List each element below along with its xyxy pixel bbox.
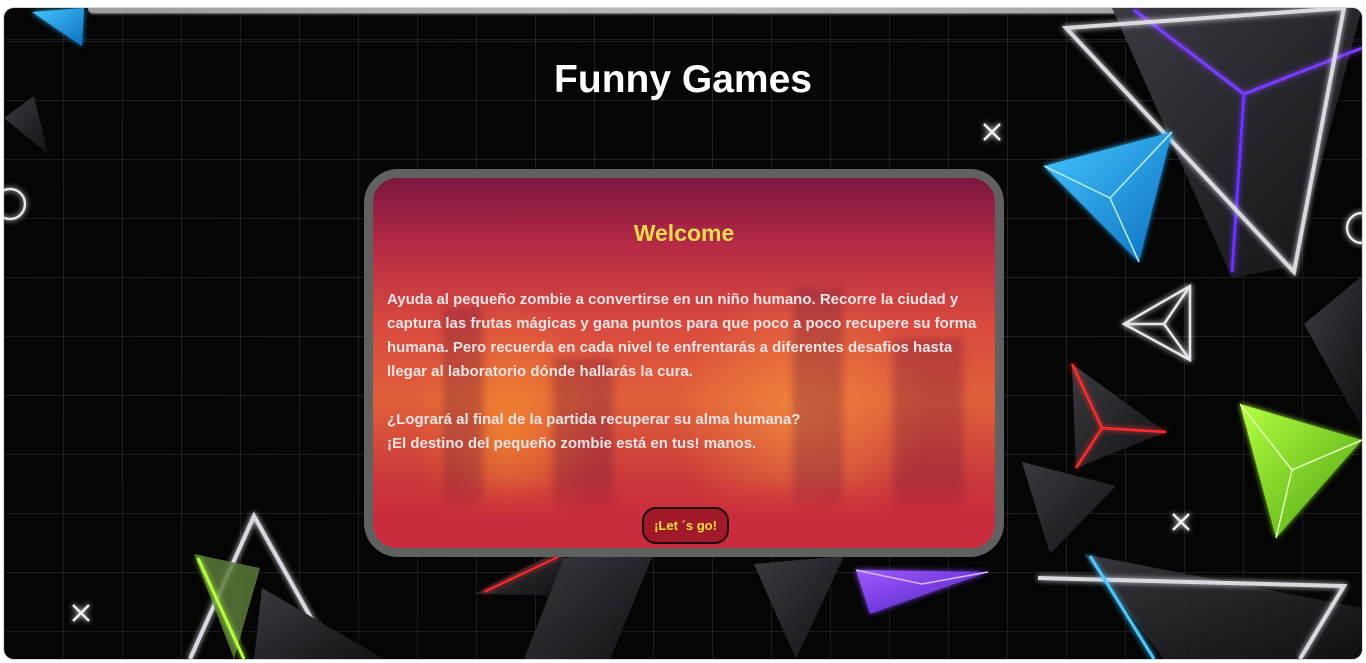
welcome-card-panel: Welcome Ayuda al pequeño zombie a conver… (373, 178, 995, 548)
destiny-line: ¡El destino del pequeño zombie está en t… (387, 435, 757, 452)
welcome-card: Welcome Ayuda al pequeño zombie a conver… (364, 169, 1004, 557)
ring-icon (4, 187, 27, 221)
red-triangle-icon (1070, 363, 1167, 469)
cross-icon (1172, 513, 1190, 531)
game-stage: Funny Games Welcome Ayuda al pequeño zom… (4, 8, 1362, 659)
dark-triangle-icon (754, 556, 844, 659)
welcome-heading: Welcome (633, 220, 735, 246)
white-outline-triangle-icon (1037, 554, 1362, 659)
green-triangle-icon (1239, 403, 1362, 539)
green-triangle-icon (194, 554, 260, 659)
blue-triangle-icon (32, 8, 84, 46)
intro-paragraph: Ayuda al pequeño zombie a convertirse en… (387, 291, 977, 380)
purple-triangle-icon (855, 569, 989, 614)
dark-triangle-icon (1022, 462, 1116, 554)
question-line: ¿Logrará al final de la partida recupera… (387, 411, 801, 428)
lets-go-button[interactable]: ¡Let ´s go! (642, 507, 729, 544)
blue-triangle-icon (1043, 131, 1173, 263)
dark-triangle-icon (4, 96, 48, 154)
cross-icon (72, 604, 90, 622)
dark-triangle-icon (254, 588, 384, 659)
page-title: Funny Games (554, 58, 812, 101)
white-outline-triangle-icon (1121, 283, 1192, 363)
cross-icon (983, 123, 1001, 141)
dark-triangle-icon (1304, 276, 1362, 428)
closing-paragraph: ¿Logrará al final de la partida recupera… (387, 408, 985, 456)
ring-icon (1345, 211, 1362, 245)
